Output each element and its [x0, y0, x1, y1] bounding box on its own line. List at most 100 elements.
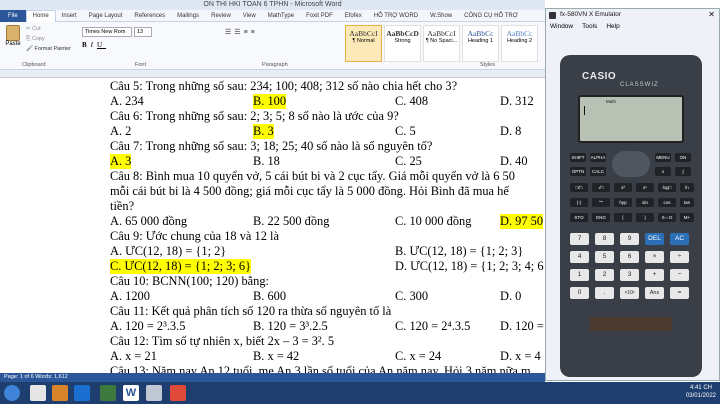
key-x[interactable]: x	[655, 167, 671, 176]
tab-references[interactable]: References	[128, 13, 171, 19]
underline-button[interactable]: U	[97, 41, 106, 49]
key-degree[interactable]: °'"	[592, 198, 610, 207]
word-taskbar-icon[interactable]: W	[123, 385, 139, 401]
tab-page-layout[interactable]: Page Layout	[83, 13, 129, 19]
key-5[interactable]: 5	[595, 251, 614, 263]
tab-ho-tro-word[interactable]: HỖ TRỢ WORD	[368, 13, 424, 19]
tab-view[interactable]: View	[237, 13, 262, 19]
explorer-icon[interactable]	[30, 385, 46, 401]
key-s-d[interactable]: S⇔D	[658, 213, 676, 222]
tab-home[interactable]: Home	[25, 9, 56, 22]
key-3[interactable]: 3	[620, 269, 639, 281]
key-ac[interactable]: AC	[670, 233, 689, 245]
style-heading-1[interactable]: AaBbCc Heading 1	[462, 25, 499, 62]
style-normal[interactable]: AaBbCcI ¶ Normal	[345, 25, 382, 62]
key-equals[interactable]: =	[670, 287, 689, 299]
key-eng[interactable]: ENG	[592, 213, 610, 222]
key-plus[interactable]: +	[645, 269, 664, 281]
key-8[interactable]: 8	[595, 233, 614, 245]
chrome-icon[interactable]	[100, 385, 116, 401]
tab-cong-cu[interactable]: CÔNG CỤ HỖ TRỢ	[458, 13, 524, 19]
answer-highlighted: C. ƯC(12, 18) = {1; 2; 3; 6}	[110, 259, 252, 274]
menu-window[interactable]: Window	[550, 21, 573, 32]
cut-button[interactable]: ✂ Cut	[26, 26, 41, 32]
close-icon[interactable]: ✕	[708, 9, 715, 21]
key-exp[interactable]: ×10ˣ	[620, 287, 639, 299]
key-optn[interactable]: OPTN	[570, 167, 586, 176]
key-integral[interactable]: ∫	[675, 167, 691, 176]
cursor	[584, 106, 585, 115]
key-7[interactable]: 7	[570, 233, 589, 245]
dpad[interactable]	[612, 151, 650, 177]
key-alpha[interactable]: ALPHA	[590, 153, 606, 162]
style-heading-2[interactable]: AaBbCc Heading 2	[501, 25, 538, 62]
key-open-paren[interactable]: (	[614, 213, 632, 222]
key-0[interactable]: 0	[570, 287, 589, 299]
align-left-button[interactable]: ≡	[244, 29, 251, 36]
menu-help[interactable]: Help	[606, 21, 619, 32]
clock[interactable]: 4:41 CH 03/01/2022	[686, 384, 716, 400]
font-size-select[interactable]: 13	[134, 27, 152, 37]
style-no-spacing[interactable]: AaBbCcI ¶ No Spaci...	[423, 25, 460, 62]
key-close-paren[interactable]: )	[636, 213, 654, 222]
key-2[interactable]: 2	[595, 269, 614, 281]
bold-button[interactable]: B	[82, 41, 91, 49]
key-sto[interactable]: STO	[570, 213, 588, 222]
key-del[interactable]: DEL	[645, 233, 664, 245]
tab-wshow[interactable]: W.Show	[424, 13, 458, 19]
font-name-select[interactable]: Times New Rom	[82, 27, 132, 37]
emulator-title-bar[interactable]: fx-580VN X Emulator ✕	[546, 9, 719, 21]
tab-mathtype[interactable]: MathType	[262, 13, 300, 19]
app-taskbar-icon[interactable]	[170, 385, 186, 401]
document-page[interactable]: Câu 5: Trong những số sau: 234; 100; 408…	[0, 79, 545, 378]
copy-button[interactable]: ⎘ Copy	[26, 36, 45, 43]
start-icon[interactable]	[4, 385, 20, 401]
key-ans[interactable]: Ans	[645, 287, 664, 299]
calculator-taskbar-icon[interactable]	[146, 385, 162, 401]
browser-icon[interactable]	[74, 385, 90, 401]
answer: C. 408	[395, 94, 429, 108]
answer: B. 18	[253, 154, 280, 168]
key-m-plus[interactable]: M+	[680, 213, 694, 222]
key-menu[interactable]: MENU	[655, 153, 671, 162]
key-on[interactable]: ON	[675, 153, 691, 162]
ruler[interactable]	[0, 70, 545, 78]
key-negative[interactable]: (-)	[570, 198, 588, 207]
media-player-icon[interactable]	[52, 385, 68, 401]
align-center-button[interactable]: ≡	[251, 29, 258, 36]
tab-efofex[interactable]: Efofex	[339, 13, 368, 19]
tab-insert[interactable]: Insert	[56, 13, 83, 19]
tab-foxit-pdf[interactable]: Foxit PDF	[300, 13, 339, 19]
bullets-button[interactable]: ☰	[225, 29, 234, 36]
paste-button[interactable]: Paste	[3, 25, 23, 55]
key-9[interactable]: 9	[620, 233, 639, 245]
key-decimal[interactable]: .	[595, 287, 614, 299]
key-fraction[interactable]: □/□	[570, 183, 588, 192]
key-1[interactable]: 1	[570, 269, 589, 281]
key-sqrt[interactable]: √□	[592, 183, 610, 192]
key-tan[interactable]: tan	[680, 198, 694, 207]
key-6[interactable]: 6	[620, 251, 639, 263]
format-painter-button[interactable]: 🖌 Format Painter	[26, 46, 71, 52]
key-multiply[interactable]: ×	[645, 251, 664, 263]
key-ln[interactable]: ln	[680, 183, 694, 192]
emulator-window: fx-580VN X Emulator ✕ Window Tools Help …	[545, 8, 720, 381]
key-4[interactable]: 4	[570, 251, 589, 263]
key-shift[interactable]: SHIFT	[570, 153, 586, 162]
key-power[interactable]: xⁿ	[636, 183, 654, 192]
key-minus[interactable]: −	[670, 269, 689, 281]
tab-review[interactable]: Review	[205, 13, 237, 19]
tab-mailings[interactable]: Mailings	[171, 13, 205, 19]
key-calc[interactable]: CALC	[590, 167, 606, 176]
font-format-buttons: BIU	[82, 41, 106, 49]
key-cos[interactable]: cos	[658, 198, 676, 207]
key-square[interactable]: x²	[614, 183, 632, 192]
key-log[interactable]: log□	[658, 183, 676, 192]
tab-file[interactable]: File	[0, 9, 26, 22]
key-divide[interactable]: ÷	[670, 251, 689, 263]
style-strong[interactable]: AaBbCcD Strong	[384, 25, 421, 62]
numbering-button[interactable]: ☰	[234, 29, 243, 36]
key-sin[interactable]: sin	[636, 198, 654, 207]
menu-tools[interactable]: Tools	[582, 21, 597, 32]
key-hyp[interactable]: hyp	[614, 198, 632, 207]
